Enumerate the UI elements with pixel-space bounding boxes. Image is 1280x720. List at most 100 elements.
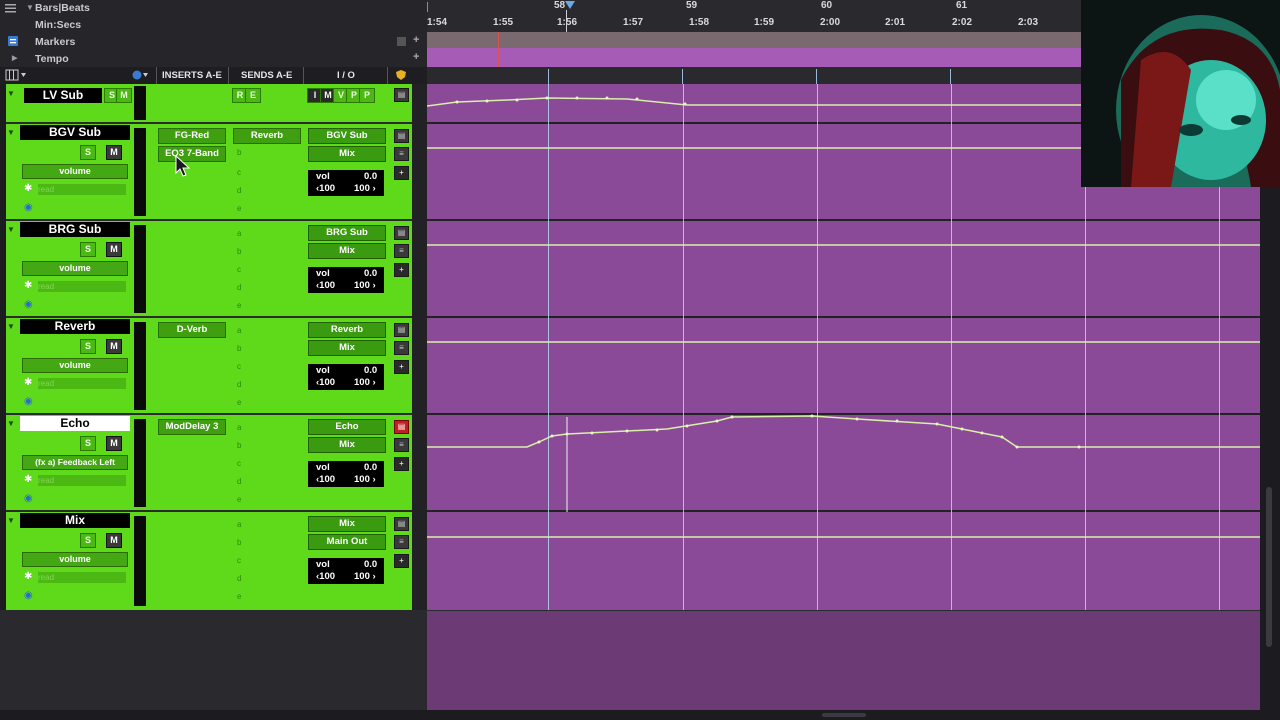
send-slot-c[interactable]: c bbox=[237, 362, 241, 371]
automation-mode-dropdown[interactable]: read bbox=[38, 184, 126, 195]
expand-triangle-icon[interactable]: ▶ bbox=[12, 54, 17, 62]
track-mix[interactable]: ▼ Mix S M volume ✱ read ◉ a b c d e Mix … bbox=[0, 512, 427, 610]
playlist-icon[interactable]: ▤ bbox=[394, 323, 409, 337]
collapse-triangle-icon[interactable]: ▼ bbox=[7, 225, 15, 234]
solo-button[interactable]: S bbox=[80, 145, 96, 160]
vol-value[interactable]: 0.0 bbox=[364, 365, 377, 376]
link-icon[interactable]: ✱ bbox=[24, 183, 32, 194]
list-icon[interactable]: ≡ bbox=[394, 438, 409, 452]
send-slot-b[interactable]: b bbox=[237, 344, 241, 353]
add-icon[interactable]: + bbox=[394, 166, 409, 180]
add-icon[interactable]: + bbox=[413, 34, 419, 46]
volume-pan-display[interactable]: vol 0.0 ‹100 100 › bbox=[308, 558, 384, 584]
automation-view-dropdown[interactable]: (fx a) Feedback Left bbox=[22, 455, 128, 470]
link-icon[interactable]: ✱ bbox=[24, 377, 32, 388]
ruler-markers[interactable]: Markers + bbox=[0, 34, 427, 51]
add-icon[interactable]: + bbox=[394, 457, 409, 471]
tempo-lane[interactable] bbox=[427, 48, 1081, 67]
track-name[interactable]: BGV Sub bbox=[20, 125, 130, 140]
volume-pan-display[interactable]: vol 0.0 ‹100 100 › bbox=[308, 364, 384, 390]
volume-pan-display[interactable]: vol 0.0 ‹100 100 › bbox=[308, 267, 384, 293]
pan-right-value[interactable]: 100 › bbox=[354, 377, 376, 388]
track-name[interactable]: Mix bbox=[20, 513, 130, 528]
track-brg-sub[interactable]: ▼ BRG Sub S M volume ✱ read ◉ a b c d e … bbox=[0, 221, 427, 316]
send-slot-d[interactable]: d bbox=[237, 186, 241, 195]
color-icon[interactable]: ◉ bbox=[24, 590, 33, 601]
output-selector[interactable]: BRG Sub bbox=[308, 225, 386, 241]
volume-pan-display[interactable]: vol 0.0 ‹100 100 › bbox=[308, 461, 384, 487]
ruler-tempo[interactable]: ▶ Tempo + bbox=[0, 51, 427, 68]
vol-value[interactable]: 0.0 bbox=[364, 171, 377, 182]
ruler-min-secs[interactable]: Min:Secs bbox=[0, 17, 427, 34]
add-icon[interactable]: + bbox=[394, 554, 409, 568]
automation-mode-dropdown[interactable]: read bbox=[38, 572, 126, 583]
insert-slot-a[interactable]: D-Verb bbox=[158, 322, 226, 338]
send-slot-e[interactable]: e bbox=[237, 495, 241, 504]
link-icon[interactable]: ✱ bbox=[24, 571, 32, 582]
output-selector[interactable]: Echo bbox=[308, 419, 386, 435]
track-bgv-sub[interactable]: ▼ BGV Sub S M volume ✱ read ◉ FG-Red EQ3… bbox=[0, 124, 427, 219]
track-reverb[interactable]: ▼ Reverb S M volume ✱ read ◉ D-Verb a b … bbox=[0, 318, 427, 413]
send-slot-d[interactable]: d bbox=[237, 283, 241, 292]
pan-left-value[interactable]: ‹100 bbox=[316, 183, 335, 194]
link-icon[interactable]: ✱ bbox=[24, 474, 32, 485]
vol-value[interactable]: 0.0 bbox=[364, 559, 377, 570]
pan-left-value[interactable]: ‹100 bbox=[316, 377, 335, 388]
playlist-icon[interactable]: ▤ bbox=[394, 420, 409, 434]
color-icon[interactable]: ◉ bbox=[24, 396, 33, 407]
collapse-triangle-icon[interactable]: ▼ bbox=[26, 3, 34, 12]
solo-button[interactable]: S bbox=[80, 339, 96, 354]
list-icon[interactable]: ≡ bbox=[394, 341, 409, 355]
track-name[interactable]: LV Sub bbox=[24, 88, 102, 103]
send-slot-d[interactable]: d bbox=[237, 574, 241, 583]
track-list-icon[interactable] bbox=[5, 69, 27, 81]
add-icon[interactable]: + bbox=[394, 263, 409, 277]
link-icon[interactable]: ✱ bbox=[24, 280, 32, 291]
send-slot-e[interactable]: e bbox=[237, 398, 241, 407]
send-slot-c[interactable]: c bbox=[237, 168, 241, 177]
collapse-triangle-icon[interactable]: ▼ bbox=[7, 128, 15, 137]
collapse-triangle-icon[interactable]: ▼ bbox=[7, 516, 15, 525]
input-selector[interactable]: Mix bbox=[308, 340, 386, 356]
automation-view-dropdown[interactable]: volume bbox=[22, 358, 128, 373]
mute-button[interactable]: M bbox=[106, 339, 122, 354]
scroll-thumb[interactable] bbox=[822, 713, 866, 717]
add-marker-icon[interactable] bbox=[397, 37, 406, 46]
playlist-icon[interactable]: ▤ bbox=[394, 88, 409, 102]
send-slot-e[interactable]: e bbox=[237, 301, 241, 310]
solo-button[interactable]: S bbox=[80, 436, 96, 451]
empty-track-area[interactable] bbox=[0, 611, 427, 720]
automation-view-dropdown[interactable]: volume bbox=[22, 164, 128, 179]
empty-timeline-area[interactable] bbox=[427, 611, 1260, 720]
send-slot-e[interactable]: e bbox=[237, 592, 241, 601]
mute-button[interactable]: M bbox=[106, 242, 122, 257]
automation-view-dropdown[interactable]: volume bbox=[22, 261, 128, 276]
send-slot-e[interactable]: e bbox=[237, 204, 241, 213]
send-slot-b[interactable]: b bbox=[237, 441, 241, 450]
solo-button[interactable]: S bbox=[80, 242, 96, 257]
automation-mode-dropdown[interactable]: read bbox=[38, 475, 126, 486]
input-selector[interactable]: Mix bbox=[308, 516, 386, 532]
vol-value[interactable]: 0.0 bbox=[364, 268, 377, 279]
pan-right-value[interactable]: 100 › bbox=[354, 280, 376, 291]
solo-button[interactable]: S bbox=[80, 533, 96, 548]
scroll-thumb[interactable] bbox=[1266, 487, 1272, 647]
color-icon[interactable]: ◉ bbox=[24, 299, 33, 310]
collapse-triangle-icon[interactable]: ▼ bbox=[7, 89, 15, 98]
track-lv-sub[interactable]: ▼ LV Sub S M R E I M V P P ▤ bbox=[0, 84, 427, 122]
send-slot-a[interactable]: Reverb bbox=[233, 128, 301, 144]
color-icon[interactable]: ◉ bbox=[24, 202, 33, 213]
playlist-button[interactable]: P bbox=[359, 88, 375, 103]
send-slot-d[interactable]: d bbox=[237, 477, 241, 486]
collapse-triangle-icon[interactable]: ▼ bbox=[7, 322, 15, 331]
collapse-triangle-icon[interactable]: ▼ bbox=[7, 419, 15, 428]
send-slot-c[interactable]: c bbox=[237, 265, 241, 274]
track-name[interactable]: Reverb bbox=[20, 319, 130, 334]
edit-button[interactable]: E bbox=[245, 88, 261, 103]
playlist-icon[interactable]: ▤ bbox=[394, 226, 409, 240]
mute-button[interactable]: M bbox=[106, 436, 122, 451]
track-name[interactable]: BRG Sub bbox=[20, 222, 130, 237]
add-icon[interactable]: + bbox=[394, 360, 409, 374]
pan-left-value[interactable]: ‹100 bbox=[316, 280, 335, 291]
mute-button[interactable]: M bbox=[116, 88, 132, 103]
